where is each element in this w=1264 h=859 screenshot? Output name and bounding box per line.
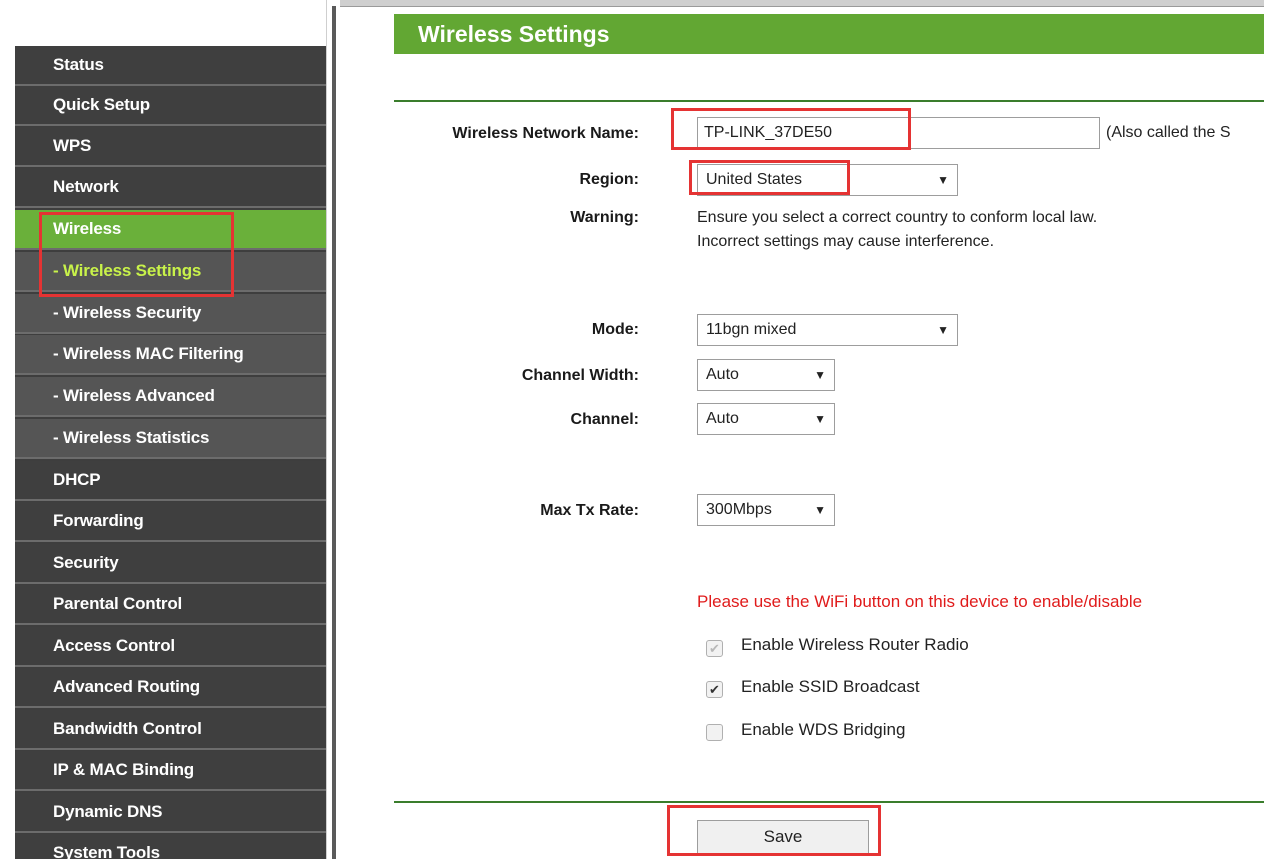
sidebar-item-dynamic-dns[interactable]: Dynamic DNS	[15, 793, 326, 833]
ssid-broadcast-label: Enable SSID Broadcast	[741, 677, 920, 696]
sidebar-menu: Status Quick Setup WPS Network Wireless …	[15, 46, 326, 859]
sidebar-item-wireless-mac-filtering[interactable]: - Wireless MAC Filtering	[15, 335, 326, 375]
sidebar-item-wireless-settings[interactable]: - Wireless Settings	[15, 252, 326, 292]
triangle-down-icon: ▼	[937, 323, 949, 337]
channel-width-value: Auto	[706, 366, 739, 383]
channel-label: Channel:	[570, 411, 639, 428]
max-tx-rate-select[interactable]: 300Mbps ▼	[697, 494, 835, 526]
frame-scrollbar[interactable]	[332, 6, 336, 859]
region-value: United States	[706, 171, 803, 188]
warning-label: Warning:	[570, 209, 639, 226]
sidebar-item-advanced-routing[interactable]: Advanced Routing	[15, 668, 326, 708]
channel-value: Auto	[706, 410, 739, 427]
region-label: Region:	[579, 171, 639, 188]
triangle-down-icon: ▼	[814, 503, 826, 517]
wds-bridging-label: Enable WDS Bridging	[741, 720, 906, 739]
sidebar-item-system-tools[interactable]: System Tools	[15, 834, 326, 859]
warning-line-2: Incorrect settings may cause interferenc…	[697, 233, 995, 250]
sidebar-item-wireless-security[interactable]: - Wireless Security	[15, 294, 326, 334]
mode-label: Mode:	[591, 321, 639, 338]
warning-line-1: Ensure you select a correct country to c…	[697, 209, 1098, 226]
ssid-broadcast-checkbox[interactable]: ✔	[706, 681, 723, 698]
mode-value: 11bgn mixed	[706, 321, 797, 338]
ssid-input[interactable]	[697, 117, 1100, 149]
sidebar-item-wireless[interactable]: Wireless	[15, 210, 326, 250]
sidebar-item-ip-mac-binding[interactable]: IP & MAC Binding	[15, 751, 326, 791]
ssid-label: Wireless Network Name:	[452, 125, 639, 142]
wifi-button-notice: Please use the WiFi button on this devic…	[697, 592, 1143, 611]
max-tx-rate-label: Max Tx Rate:	[540, 502, 639, 519]
channel-width-select[interactable]: Auto ▼	[697, 359, 835, 391]
triangle-down-icon: ▼	[814, 412, 826, 426]
channel-select[interactable]: Auto ▼	[697, 403, 835, 435]
sidebar-item-access-control[interactable]: Access Control	[15, 627, 326, 667]
sidebar-item-wireless-advanced[interactable]: - Wireless Advanced	[15, 377, 326, 417]
sidebar-item-parental-control[interactable]: Parental Control	[15, 585, 326, 625]
channel-width-label: Channel Width:	[521, 367, 639, 384]
wds-bridging-checkbox[interactable]	[706, 724, 723, 741]
sidebar-item-network[interactable]: Network	[15, 168, 326, 208]
triangle-down-icon: ▼	[814, 368, 826, 382]
sidebar: Status Quick Setup WPS Network Wireless …	[0, 0, 340, 859]
mode-select[interactable]: 11bgn mixed ▼	[697, 314, 958, 346]
sidebar-item-forwarding[interactable]: Forwarding	[15, 502, 326, 542]
triangle-down-icon: ▼	[937, 173, 949, 187]
ssid-note: (Also called the S	[1106, 124, 1231, 141]
page-title: Wireless Settings	[418, 21, 610, 47]
max-tx-rate-value: 300Mbps	[706, 501, 772, 518]
sidebar-item-wps[interactable]: WPS	[15, 127, 326, 167]
radio-enable-label: Enable Wireless Router Radio	[741, 635, 969, 654]
sidebar-item-security[interactable]: Security	[15, 544, 326, 584]
radio-enable-checkbox[interactable]: ✔	[706, 640, 723, 657]
bottom-divider	[394, 801, 1264, 803]
sidebar-item-dhcp[interactable]: DHCP	[15, 461, 326, 501]
title-bar: Wireless Settings	[394, 14, 1264, 54]
sidebar-item-quick-setup[interactable]: Quick Setup	[15, 86, 326, 126]
sidebar-item-wireless-statistics[interactable]: - Wireless Statistics	[15, 419, 326, 459]
sidebar-item-status[interactable]: Status	[15, 46, 326, 86]
sidebar-item-bandwidth-control[interactable]: Bandwidth Control	[15, 710, 326, 750]
region-select[interactable]: United States ▼	[697, 164, 958, 196]
top-divider	[394, 100, 1264, 102]
save-button[interactable]: Save	[697, 820, 869, 854]
